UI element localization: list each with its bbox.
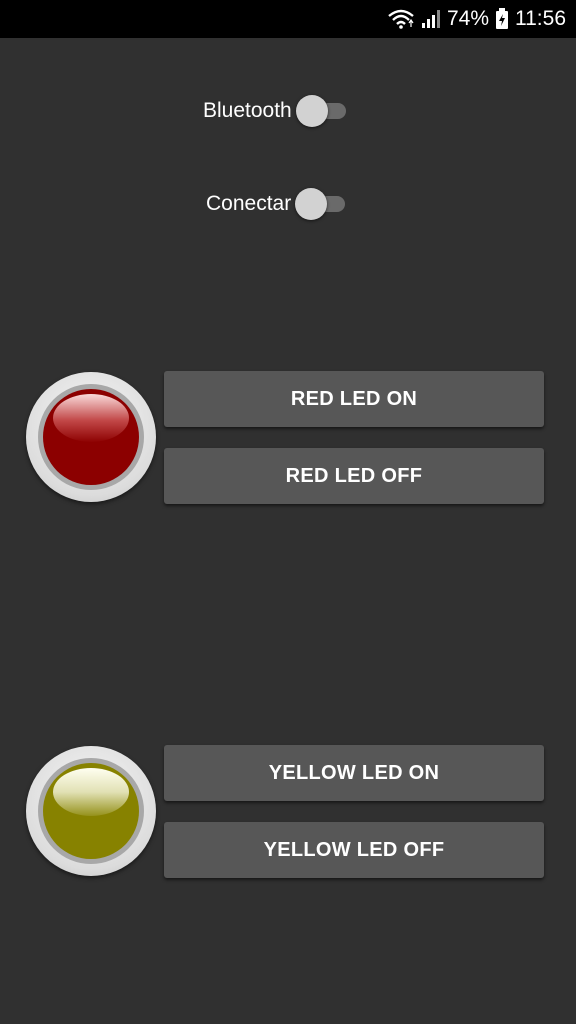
status-icons: 74% 11:56 — [387, 0, 566, 38]
red-led-off-button[interactable]: RED LED OFF — [164, 448, 544, 504]
connect-switch-row[interactable]: Conectar — [206, 187, 347, 221]
battery-percent: 74% — [446, 7, 489, 30]
clock-time: 11:56 — [515, 7, 566, 30]
connect-toggle-thumb — [295, 188, 328, 220]
bluetooth-label: Bluetooth — [203, 99, 292, 122]
bluetooth-toggle[interactable] — [295, 94, 348, 128]
yellow-led-indicator — [26, 746, 156, 876]
status-bar: 74% 11:56 — [0, 0, 576, 38]
yellow-led-on-button[interactable]: YELLOW LED ON — [164, 745, 544, 801]
bluetooth-switch-row[interactable]: Bluetooth — [203, 94, 348, 128]
yellow-led-off-button[interactable]: YELLOW LED OFF — [164, 822, 544, 878]
app-screen: 74% 11:56 Bluetooth Conectar RED LED ON … — [0, 0, 576, 1024]
signal-icon — [421, 9, 441, 29]
red-led-indicator — [26, 372, 156, 502]
red-led-on-button[interactable]: RED LED ON — [164, 371, 544, 427]
connect-toggle[interactable] — [295, 187, 347, 221]
bluetooth-toggle-thumb — [295, 95, 328, 127]
battery-charging-icon — [495, 8, 509, 30]
connect-label: Conectar — [206, 192, 292, 215]
wifi-icon — [387, 8, 415, 30]
